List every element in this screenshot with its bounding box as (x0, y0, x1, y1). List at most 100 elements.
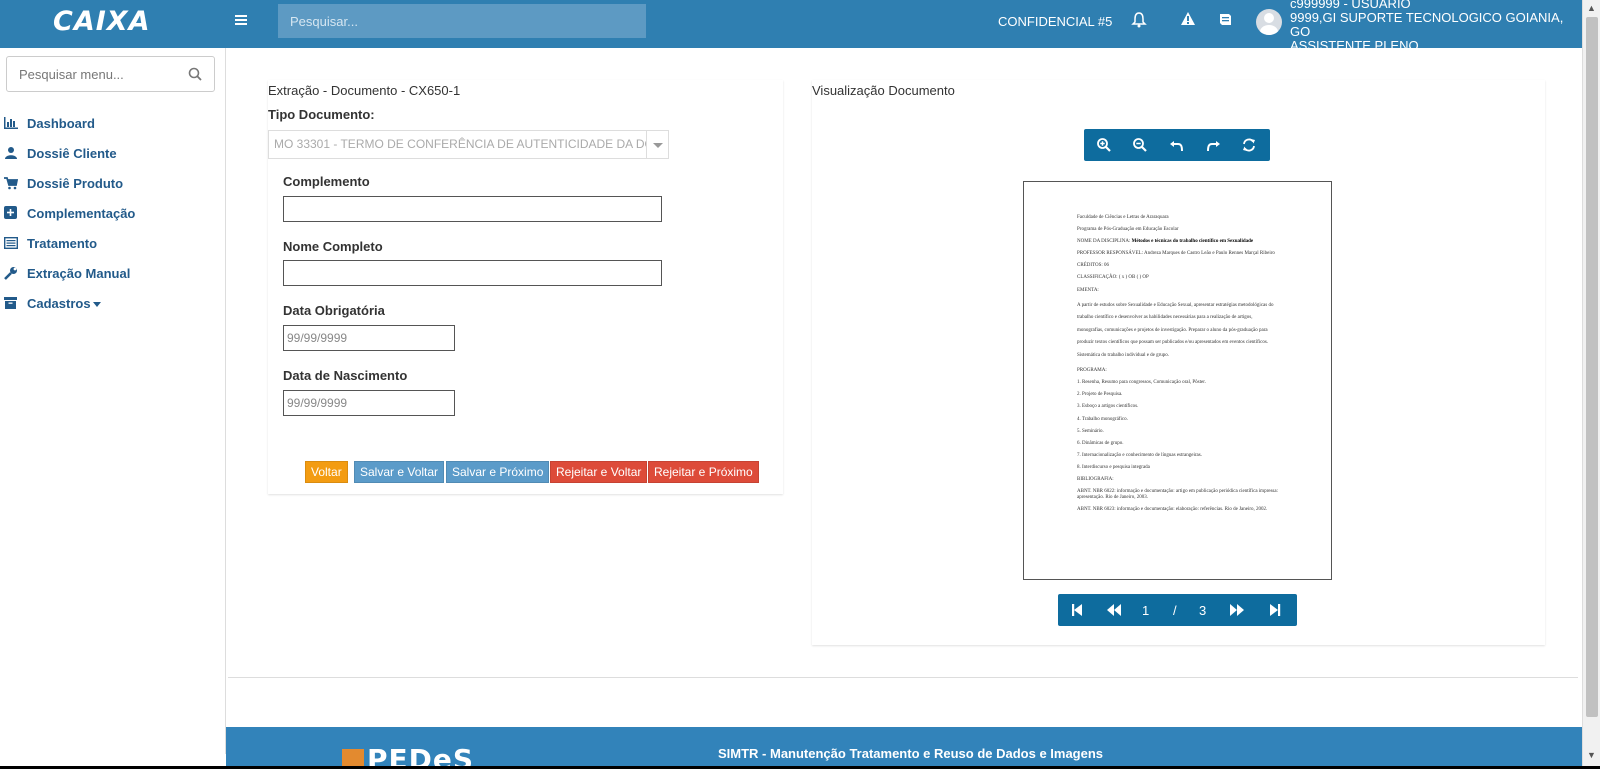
doc-line: 5. Seminário. (1077, 428, 1104, 434)
data-obrigatoria-field[interactable] (283, 325, 455, 351)
document-page-preview[interactable]: Faculdade de Ciências e Letras de Araraq… (1023, 181, 1332, 580)
sidebar-item-label: Cadastros (27, 295, 91, 311)
doc-line: NOME DA DISCIPLINA: Métodos e técnicas d… (1077, 239, 1278, 245)
sidebar-item-label: Extração Manual (27, 265, 131, 281)
content-divider (228, 677, 1578, 678)
doc-line: ABNT. NBR 6023: informação e documentaçã… (1077, 507, 1268, 513)
doc-line: 2. Projeto de Pesquisa. (1077, 392, 1123, 398)
scroll-down-icon[interactable]: ▼ (1587, 750, 1596, 760)
zoom-out-icon[interactable] (1132, 137, 1148, 153)
bell-icon[interactable] (1131, 11, 1149, 31)
scroll-up-icon[interactable]: ▲ (1587, 3, 1596, 13)
search-icon[interactable] (188, 67, 202, 81)
user-role: ASSISTENTE PLENO (1290, 38, 1419, 53)
global-search-input[interactable] (278, 4, 646, 38)
footer-text: SIMTR - Manutenção Tratamento e Reuso de… (718, 746, 1104, 761)
sidebar-item-tratamento[interactable]: Tratamento (3, 228, 135, 258)
user-avatar[interactable] (1256, 9, 1282, 35)
page-scrollbar[interactable]: ▲ ▼ (1582, 0, 1600, 776)
cart-icon (4, 176, 22, 190)
doc-line: 4. Trabalho monográfico. (1077, 416, 1128, 422)
sidebar-item-label: Dossiê Cliente (27, 145, 117, 161)
doc-line: PROFESSOR RESPONSÁVEL: Andreza Marques d… (1077, 251, 1275, 257)
wrench-icon (4, 266, 22, 280)
viewer-toolbar (1084, 129, 1270, 161)
sidebar-item-dashboard[interactable]: Dashboard (4, 108, 135, 138)
complemento-label: Complemento (283, 174, 370, 189)
confidential-label[interactable]: CONFIDENCIAL #5 (998, 14, 1112, 29)
sidebar-menu: Dashboard Dossiê Cliente Dossiê Produto … (3, 108, 135, 318)
caret-down-icon (92, 296, 101, 311)
sidebar-item-dossie-produto[interactable]: Dossiê Produto (4, 168, 135, 198)
voltar-button[interactable]: Voltar (305, 461, 348, 483)
doc-line: 8. Interdiscurso e pesquisa integrada (1077, 464, 1150, 470)
tipo-documento-select[interactable]: MO 33301 - TERMO DE CONFERÊNCIA DE AUTEN… (268, 130, 669, 159)
doc-line: Programa de Pós-Graduação em Educação Es… (1077, 227, 1179, 233)
plus-square-icon (4, 206, 22, 220)
caixa-logo[interactable]: CAIXA (53, 6, 150, 37)
doc-line: 6. Dinâmicas de grupo. (1077, 440, 1124, 446)
bar-chart-icon (4, 116, 22, 130)
doc-line: 1. Resenha, Resumo para congressos, Comu… (1077, 380, 1206, 386)
top-navbar: CAIXA CONFIDENCIAL #5 c999999 - USUARIO … (0, 0, 1582, 53)
chevron-down-icon[interactable] (646, 131, 668, 158)
page-separator: / (1173, 603, 1177, 618)
complemento-field[interactable] (283, 196, 662, 222)
sidebar-item-label: Dashboard (27, 115, 95, 131)
sidebar-item-cadastros[interactable]: Cadastros (4, 288, 135, 318)
form-title: Extração - Documento - CX650-1 (268, 83, 461, 98)
sidebar-item-label: Dossiê Produto (27, 175, 124, 191)
rotate-left-icon[interactable] (1169, 137, 1185, 153)
refresh-icon[interactable] (1241, 137, 1257, 153)
user-info[interactable]: c999999 - USUARIO 9999,GI SUPORTE TECNOL… (1290, 0, 1582, 53)
viewer-title: Visualização Documento (812, 83, 955, 98)
archive-icon (4, 296, 22, 310)
window-bottom-edge (0, 766, 1600, 776)
salvar-proximo-button[interactable]: Salvar e Próximo (446, 461, 550, 483)
sidebar: Dashboard Dossiê Cliente Dossiê Produto … (0, 48, 226, 754)
doc-line: ABNT. NBR 6022: informação e documentaçã… (1077, 489, 1278, 501)
sidebar-item-complementacao[interactable]: Complementação (4, 198, 135, 228)
previous-page-icon[interactable] (1106, 602, 1121, 618)
scroll-thumb[interactable] (1586, 17, 1598, 717)
rejeitar-voltar-button[interactable]: Rejeitar e Voltar (550, 461, 648, 483)
doc-line: EMENTA: (1077, 287, 1099, 293)
doc-line: CRÉDITOS: 06 (1077, 263, 1109, 269)
list-icon (3, 236, 22, 250)
current-page-number[interactable]: 1 (1142, 603, 1149, 618)
warning-icon[interactable] (1180, 11, 1198, 31)
data-nascimento-field[interactable] (283, 390, 455, 416)
first-page-icon[interactable] (1070, 602, 1084, 618)
sidebar-item-label: Complementação (27, 205, 136, 221)
doc-text-bold: Métodos e técnicas do trabalho científic… (1131, 239, 1254, 245)
menu-search-input[interactable] (6, 56, 215, 92)
user-unit: 9999,GI SUPORTE TECNOLOGICO GOIANIA, GO (1290, 10, 1564, 39)
doc-line: 3. Esboço a artigos científicos. (1077, 404, 1139, 410)
book-icon[interactable] (1217, 11, 1235, 31)
document-viewer-panel: Visualização Documento Faculdade de Ciên… (812, 80, 1545, 645)
sidebar-item-dossie-cliente[interactable]: Dossiê Cliente (4, 138, 135, 168)
tipo-documento-label: Tipo Documento: (268, 107, 375, 122)
hamburger-menu-icon[interactable] (234, 12, 248, 32)
doc-line: 7. Internacionalização e conhecimento de… (1077, 452, 1202, 458)
doc-line: CLASSIFICAÇÃO: ( x ) OB ( ) OP (1077, 275, 1149, 281)
total-pages: 3 (1199, 603, 1207, 618)
logo-text: CAIXA (53, 6, 151, 37)
nome-completo-field[interactable] (283, 260, 662, 286)
doc-line: BIBLIOGRAFIA: (1077, 477, 1114, 482)
data-nascimento-label: Data de Nascimento (283, 368, 408, 383)
sidebar-item-label: Tratamento (27, 235, 98, 251)
sidebar-item-extracao-manual[interactable]: Extração Manual (4, 258, 135, 288)
rotate-right-icon[interactable] (1205, 137, 1221, 153)
data-obrigatoria-label: Data Obrigatória (283, 303, 385, 318)
zoom-in-icon[interactable] (1096, 137, 1112, 153)
tipo-documento-value: MO 33301 - TERMO DE CONFERÊNCIA DE AUTEN… (274, 137, 668, 151)
last-page-icon[interactable] (1268, 602, 1282, 618)
user-icon (4, 146, 22, 160)
doc-line: PROGRAMA: (1077, 368, 1107, 374)
salvar-voltar-button[interactable]: Salvar e Voltar (354, 461, 445, 483)
next-page-icon[interactable] (1229, 602, 1244, 618)
page-navigator: 1 / 3 (1058, 594, 1297, 626)
rejeitar-proximo-button[interactable]: Rejeitar e Próximo (648, 461, 759, 483)
extraction-panel: Extração - Documento - CX650-1 Tipo Docu… (268, 80, 783, 494)
